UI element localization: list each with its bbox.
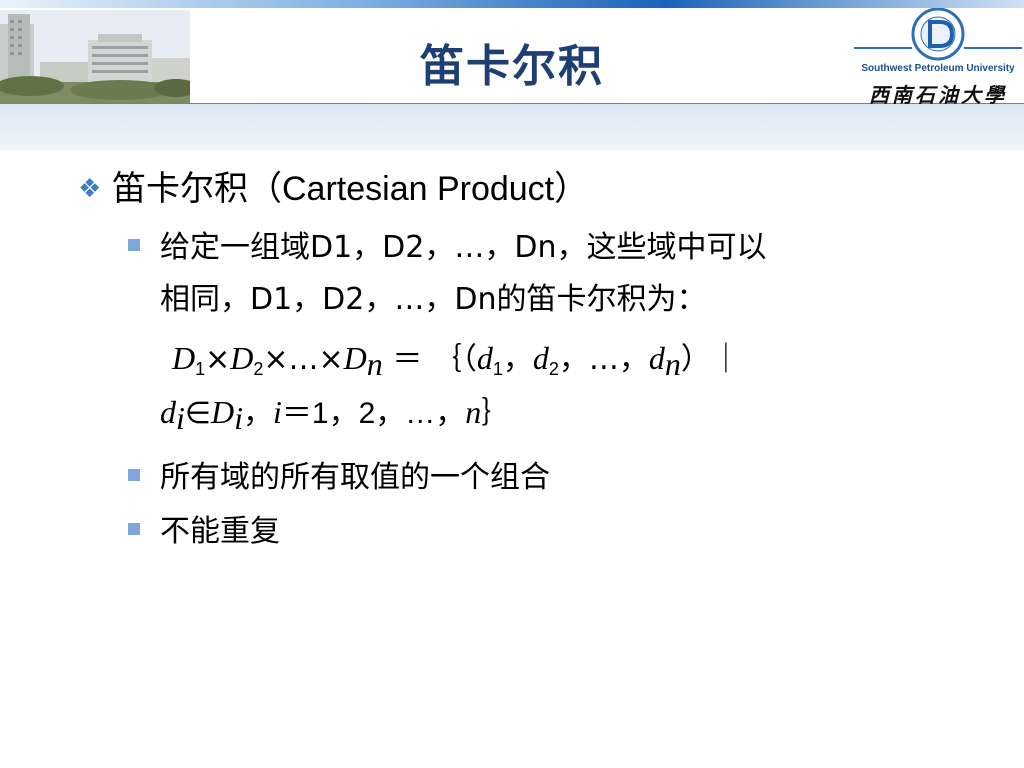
formula-comma: ，: [243, 396, 274, 431]
header-band: [0, 104, 1024, 150]
formula-sub-1: 1: [195, 359, 206, 379]
formula-ellipsis: …: [588, 342, 619, 377]
slide-content: ❖ 笛卡尔积（Cartesian Product） 给定一组域D1，D2，…，Dn…: [0, 150, 1024, 768]
formula-D1: D: [172, 340, 196, 376]
formula-range: ＝1，2，…，: [281, 397, 466, 430]
formula-sub-n: n: [664, 346, 681, 382]
heading-item: ❖ 笛卡尔积（Cartesian Product）: [78, 168, 588, 210]
heading-text-en: Cartesian Product: [282, 170, 555, 208]
square-bullet-icon: [128, 523, 140, 535]
formula-sub-n: n: [366, 346, 383, 382]
top-stripe: [0, 0, 1024, 8]
cartesian-formula-line-2: di∈Di，i＝1，2，…，n｝: [160, 386, 980, 449]
formula-sub-2: 2: [548, 359, 559, 379]
university-emblem-icon: [854, 7, 1022, 61]
heading-text-close: ）: [554, 169, 589, 209]
slide-header: 笛卡尔积 Southwest Petroleum University 西南石油…: [0, 0, 1024, 150]
university-logo: Southwest Petroleum University 西南石油大學: [852, 7, 1024, 107]
formula-comma: ，: [558, 342, 589, 377]
bullet-item-no-duplicates: 不能重复: [160, 514, 280, 549]
logo-english-name: Southwest Petroleum University: [861, 63, 1015, 74]
formula-n: n: [465, 394, 482, 430]
square-bullet-icon: [128, 239, 140, 251]
formula-comma: ，: [618, 342, 649, 377]
formula-d1: d: [476, 340, 493, 376]
formula-close-brace: ｝: [481, 396, 512, 431]
square-bullet-icon: [128, 469, 140, 481]
definition-line-2: 相同，D1，D2，…，Dn的笛卡尔积为：: [160, 282, 707, 317]
heading-text-cn: 笛卡尔积（: [112, 169, 282, 209]
formula-times: ×: [205, 342, 231, 377]
formula-sub-1: 1: [492, 359, 503, 379]
diamond-bullet-icon: ❖: [78, 174, 102, 204]
formula-Di: D: [211, 394, 235, 430]
formula-sub-i: i: [176, 400, 185, 436]
formula-times: ×: [318, 342, 344, 377]
formula-sub-i: i: [234, 400, 244, 436]
logo-chinese-name: 西南石油大學: [869, 83, 1007, 107]
formula-comma: ，: [502, 342, 533, 377]
formula-Dn: D: [343, 340, 367, 376]
bullet-item-definition: 给定一组域D1，D2，…，Dn，这些域中可以 相同，D1，D2，…，Dn的笛卡尔…: [160, 222, 990, 326]
bullet-item-combination: 所有域的所有取值的一个组合: [160, 460, 550, 495]
formula-i: i: [273, 394, 282, 430]
formula-D2: D: [230, 340, 254, 376]
formula-di: d: [160, 394, 176, 430]
formula-d2: d: [532, 340, 549, 376]
formula-ellipsis: …: [288, 342, 319, 377]
formula-element-of: ∈: [184, 396, 212, 431]
formula-equals: ＝ ｛（: [382, 342, 477, 377]
formula-sub-2: 2: [253, 359, 264, 379]
formula-dn: d: [648, 340, 665, 376]
formula-close-bar: ）｜: [680, 342, 741, 377]
definition-line-1: 给定一组域D1，D2，…，Dn，这些域中可以: [160, 230, 767, 265]
formula-times: ×: [263, 342, 289, 377]
